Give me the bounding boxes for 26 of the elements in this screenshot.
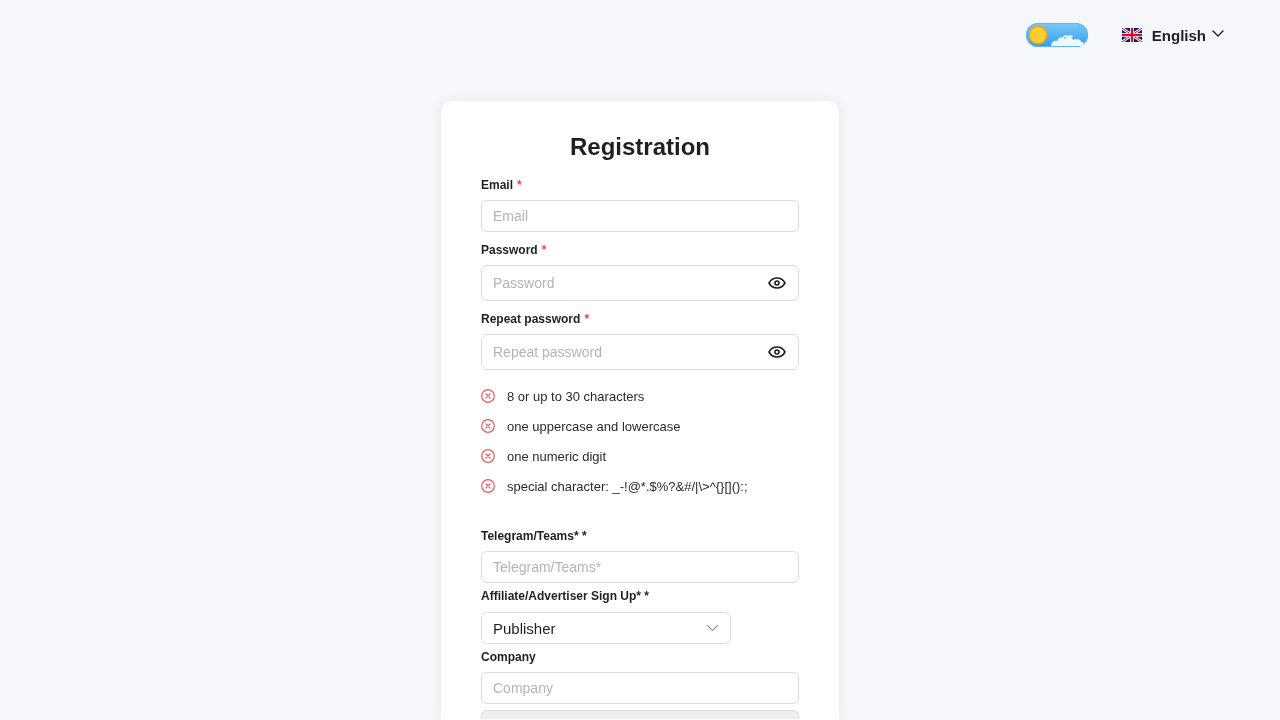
password-field[interactable]: Repeat password	[481, 334, 799, 370]
password-rule: 8 or up to 30 characters	[507, 388, 645, 404]
clouds-icon	[1048, 32, 1085, 46]
chevron-down-icon	[1212, 29, 1224, 37]
input-field[interactable]: Telegram/Teams*	[481, 551, 799, 583]
select-dropdown[interactable]: Publisher	[481, 612, 731, 644]
field-label: Company	[481, 649, 536, 665]
field-label: Telegram/Teams* *	[481, 528, 587, 544]
sun-icon	[1027, 25, 1048, 45]
input-field[interactable]: Company	[481, 672, 799, 704]
chevron-down-icon	[707, 625, 718, 631]
password-rule: special character: _-!@*.$%?&#/|\>^{}[]():;	[507, 478, 748, 494]
field-label: Email *	[481, 177, 522, 193]
field-label: Affiliate/Advertiser Sign Up* *	[481, 588, 650, 604]
password-field[interactable]: Password	[481, 265, 799, 301]
language-selector[interactable]: English	[1121, 26, 1224, 44]
eye-icon[interactable]	[768, 277, 786, 289]
day-night-toggle[interactable]	[1025, 23, 1088, 47]
field-label: Password *	[481, 242, 547, 258]
form-title: Registration	[570, 132, 710, 162]
flag-icon	[1121, 28, 1142, 42]
input-field[interactable]: Email	[481, 200, 799, 232]
field-label: Repeat password *	[481, 311, 590, 327]
password-rule: one uppercase and lowercase	[507, 418, 681, 434]
eye-icon[interactable]	[768, 346, 786, 358]
password-rule: one numeric digit	[507, 448, 606, 464]
